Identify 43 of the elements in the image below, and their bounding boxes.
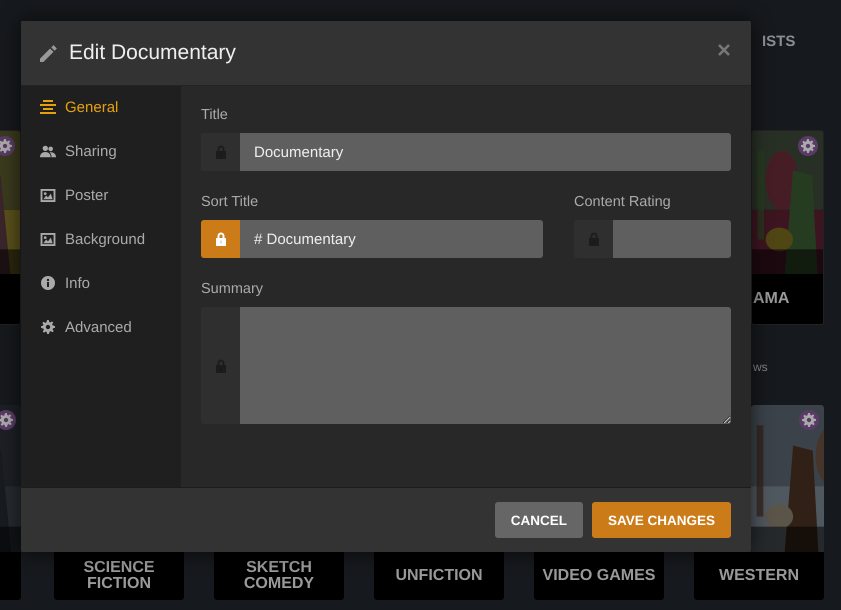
cancel-button[interactable]: CANCEL (494, 502, 583, 538)
lock-icon (214, 145, 226, 159)
poster-card[interactable]: AMA (751, 130, 824, 325)
poster-title: SCIENCE FICTION (82, 560, 156, 592)
lock-icon (214, 232, 226, 246)
poster-caption-bar[interactable]: SKETCH COMEDY (214, 552, 344, 600)
section-caption: ws (753, 360, 769, 374)
field-label: Sort Title (201, 194, 260, 212)
poster-title: UNFICTION (394, 568, 484, 584)
sidebar-tab[interactable]: Info (21, 261, 181, 305)
lock-icon (588, 232, 600, 246)
lock-icon (214, 358, 226, 372)
dialog-title: Edit Documentary (69, 41, 237, 65)
input-field[interactable] (613, 220, 731, 258)
close-icon[interactable] (718, 44, 730, 56)
sidebar-tab[interactable]: Advanced (21, 305, 181, 349)
settings-icon (40, 320, 56, 334)
list-icon (40, 100, 56, 114)
section-heading: ISTS (762, 33, 796, 51)
poster-title: WESTERN (718, 568, 800, 584)
field-label: Title (201, 107, 229, 125)
image-icon (40, 232, 56, 246)
poster-title: AMA (753, 291, 790, 307)
sidebar-tab[interactable]: Sharing (21, 129, 181, 173)
poster-caption-bar[interactable]: WESTERN (694, 552, 824, 600)
sidebar-tab[interactable]: General (21, 85, 181, 129)
poster-caption-bar[interactable]: UNFICTION (374, 552, 504, 600)
users-icon (40, 144, 56, 158)
sidebar-tab[interactable]: Background (21, 217, 181, 261)
poster-title: VIDEO GAMES (542, 568, 656, 584)
input-field[interactable]: # Documentary (240, 220, 543, 258)
poster-title: SKETCH COMEDY (242, 560, 316, 592)
poster-caption-bar[interactable]: VIDEO GAMES (534, 552, 664, 600)
image-icon (40, 188, 56, 202)
lock-button[interactable] (201, 220, 240, 258)
pencil-icon (40, 44, 58, 62)
input-field[interactable]: Documentary (240, 133, 731, 171)
poster-caption-bar[interactable]: SCIENCE FICTION (54, 552, 184, 600)
summary-field[interactable] (240, 307, 731, 424)
sidebar-tab[interactable]: Poster (21, 173, 181, 217)
info-icon (40, 276, 56, 290)
field-label: Summary (201, 281, 264, 299)
field-label: Content Rating (574, 194, 672, 212)
